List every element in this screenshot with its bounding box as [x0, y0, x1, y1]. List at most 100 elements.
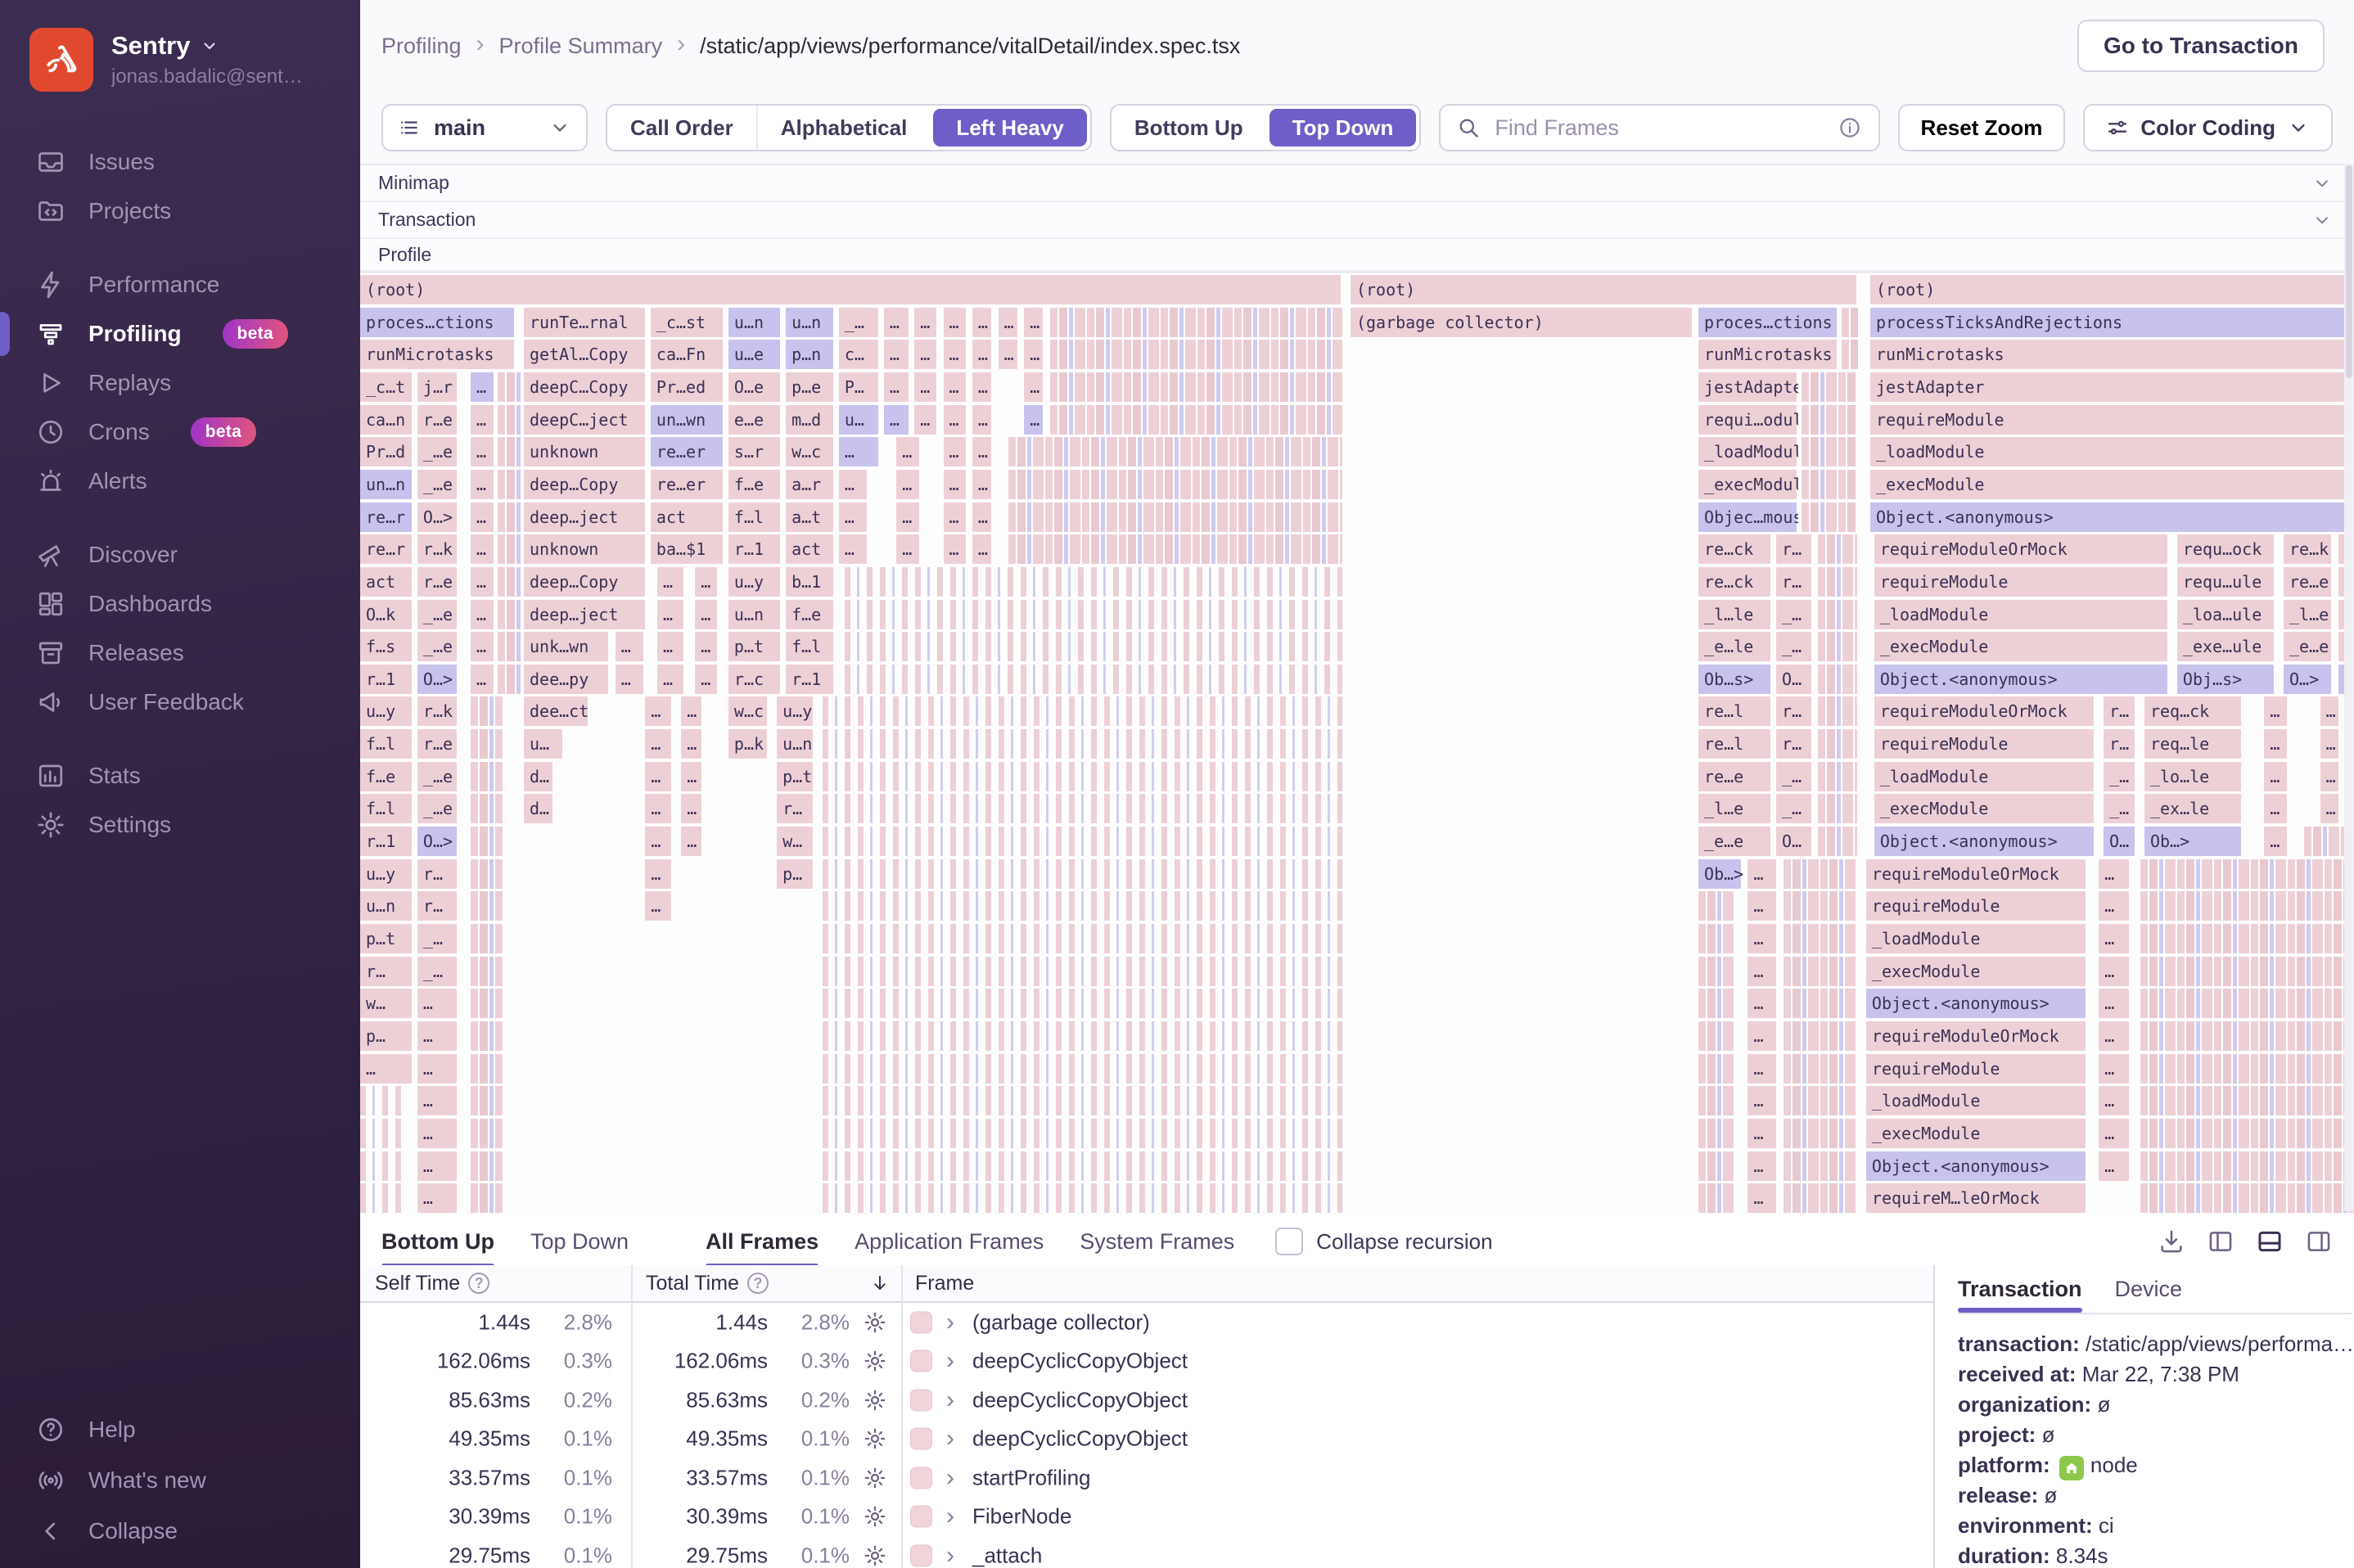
flame-frame[interactable]: _execModule [1698, 469, 1798, 499]
flame-frame[interactable]: p… [777, 858, 815, 889]
flame-frame[interactable]: _… [417, 924, 459, 953]
flame-frame[interactable]: … [2320, 794, 2340, 824]
flame-frame[interactable]: re…r [360, 534, 414, 565]
flame-frame[interactable] [1049, 372, 1342, 402]
flame-frame[interactable] [2140, 1118, 2354, 1148]
flame-frame[interactable]: … [1747, 956, 1778, 986]
expand-chevron-icon[interactable]: › [946, 1542, 954, 1568]
flame-frame[interactable]: … [470, 502, 495, 532]
go-to-transaction-button[interactable]: Go to Transaction [2077, 20, 2325, 72]
flame-frame[interactable] [470, 1183, 503, 1214]
flame-frame[interactable]: … [417, 1053, 459, 1084]
flame-frame[interactable]: _…e [417, 469, 459, 499]
flame-frame[interactable]: _c…st [650, 307, 725, 337]
flame-frame[interactable]: u…n [786, 307, 835, 337]
expand-chevron-icon[interactable]: › [946, 1464, 954, 1492]
flame-frame[interactable] [1817, 566, 1858, 597]
flame-frame[interactable]: _execModule [1874, 794, 2096, 824]
flame-frame[interactable]: … [2099, 924, 2131, 953]
frame-header[interactable]: Frame [915, 1265, 974, 1301]
flame-frame[interactable] [823, 1183, 1342, 1214]
flame-frame[interactable]: requireModuleOrMock [1865, 858, 2088, 889]
flame-frame[interactable] [1784, 989, 1858, 1019]
flame-frame[interactable] [1841, 340, 1858, 370]
flame-frame[interactable]: deep…ject [523, 599, 647, 629]
flame-frame[interactable] [1784, 924, 1858, 953]
flame-frame[interactable] [470, 956, 503, 986]
tab-all-frames[interactable]: All Frames [706, 1214, 819, 1268]
flame-frame[interactable]: Object.<anonymous> [1874, 664, 2169, 694]
flame-frame[interactable]: deepC…Copy [523, 372, 647, 402]
flame-frame[interactable]: _e…e [2284, 632, 2333, 662]
flame-frame[interactable] [470, 761, 503, 791]
flame-frame[interactable] [1817, 534, 1858, 565]
flame-frame[interactable]: r…e [417, 404, 459, 435]
flame-frame[interactable]: f…l [360, 794, 414, 824]
flame-frame[interactable]: … [998, 307, 1020, 337]
sidebar-item-performance[interactable]: Performance [0, 260, 360, 309]
flame-frame[interactable]: … [914, 372, 939, 402]
flame-frame[interactable] [823, 858, 1342, 889]
strip-minimap[interactable]: Minimap [360, 165, 2354, 202]
flame-graph[interactable]: (root) (root) (root) proces…ctions runTe…rna… [360, 273, 2354, 1214]
flame-frame[interactable]: p… [360, 1021, 414, 1051]
flame-frame[interactable]: r… [417, 858, 459, 889]
flame-frame[interactable] [498, 632, 522, 662]
flame-frame[interactable]: … [943, 307, 967, 337]
flame-frame[interactable]: un…wn [650, 404, 725, 435]
sidebar-item-profiling[interactable]: Profiling beta [0, 309, 360, 358]
flame-frame[interactable]: p…k [728, 729, 769, 759]
collapse-recursion-toggle[interactable]: Collapse recursion [1275, 1228, 1493, 1255]
flame-frame[interactable]: _ex…le [2144, 794, 2244, 824]
flame-frame[interactable] [1784, 1183, 1858, 1214]
flame-frame[interactable] [2140, 858, 2354, 889]
sidebar-item-stats[interactable]: Stats [0, 751, 360, 800]
sort-alphabetical[interactable]: Alphabetical [755, 106, 931, 150]
flame-frame[interactable]: … [360, 1053, 414, 1084]
flame-frame[interactable]: _exe…ule [2176, 632, 2276, 662]
flame-frame[interactable]: _lo…le [2144, 761, 2244, 791]
flame-frame[interactable] [498, 566, 522, 597]
flame-frame[interactable]: Ob…s> [1698, 664, 1773, 694]
flame-frame[interactable]: … [1747, 1053, 1778, 1084]
flame-frame[interactable]: (root) [360, 275, 1342, 304]
flame-frame[interactable]: ba…$1 [650, 534, 725, 565]
flame-frame[interactable]: un…n [360, 469, 414, 499]
sidebar-item-dashboards[interactable]: Dashboards [0, 579, 360, 629]
flame-frame[interactable] [498, 469, 522, 499]
flame-frame[interactable]: a…r [786, 469, 835, 499]
flame-frame[interactable]: r…1 [786, 664, 835, 694]
flame-frame[interactable] [823, 1118, 1342, 1148]
flame-frame[interactable] [470, 1053, 503, 1084]
flame-frame[interactable] [498, 599, 522, 629]
flame-frame[interactable]: … [943, 469, 967, 499]
flame-frame[interactable]: … [645, 858, 674, 889]
flame-frame[interactable] [1802, 372, 1858, 402]
flame-frame[interactable]: … [838, 502, 869, 532]
flame-frame[interactable] [1698, 1183, 1734, 1214]
flame-frame[interactable] [470, 1151, 503, 1181]
flame-frame[interactable]: re…er [650, 469, 725, 499]
flame-frame[interactable]: … [838, 534, 869, 565]
flame-frame[interactable] [2140, 1053, 2354, 1084]
flame-frame[interactable]: … [2320, 761, 2340, 791]
flame-frame[interactable] [823, 1086, 1342, 1116]
flame-frame[interactable] [823, 891, 1342, 921]
flame-frame[interactable]: requireM…leOrMock [1865, 1183, 2088, 1214]
flame-frame[interactable]: … [615, 664, 646, 694]
flame-frame[interactable]: … [695, 566, 719, 597]
flame-frame[interactable]: requireModule [1870, 404, 2354, 435]
flame-frame[interactable] [1802, 404, 1858, 435]
gear-icon[interactable] [863, 1466, 887, 1490]
flame-frame[interactable]: Obj…s> [2176, 664, 2276, 694]
sidebar-item-crons[interactable]: Crons beta [0, 408, 360, 457]
flame-frame[interactable]: _… [2104, 794, 2136, 824]
flame-frame[interactable]: … [2320, 696, 2340, 727]
flame-frame[interactable]: m…d [786, 404, 835, 435]
flame-frame[interactable]: Pr…ed [650, 372, 725, 402]
flame-frame[interactable]: u… [838, 404, 881, 435]
flame-frame[interactable]: … [914, 340, 939, 370]
gear-icon[interactable] [863, 1543, 887, 1568]
sidebar-item-user-feedback[interactable]: User Feedback [0, 678, 360, 727]
flame-frame[interactable]: u…e [728, 340, 782, 370]
